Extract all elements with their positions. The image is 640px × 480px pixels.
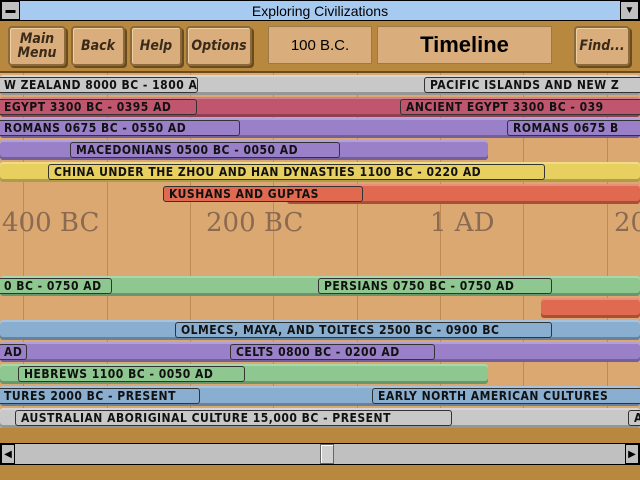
civilization-label[interactable]: ANCIENT EGYPT 3300 BC - 039 [400, 99, 640, 115]
system-menu-button[interactable]: ▬ [1, 1, 20, 20]
civilization-bar[interactable]: W ZEALAND 8000 BC - 1800 AD PACIFIC ISLAN… [0, 75, 640, 95]
civilization-bar[interactable]: ROMANS 0675 BC - 0550 AD ROMANS 0675 B [0, 118, 640, 138]
civilization-bar[interactable]: AD CELTS 0800 BC - 0200 AD [0, 342, 640, 362]
civilization-label[interactable]: CELTS 0800 BC - 0200 AD [230, 344, 435, 360]
civilization-label[interactable]: HEBREWS 1100 BC - 0050 AD [18, 366, 245, 382]
civilization-label[interactable]: TURES 2000 BC - PRESENT [0, 388, 200, 404]
back-button[interactable]: Back [71, 26, 125, 66]
axis-label: 200 BC [206, 208, 304, 238]
civilization-bar[interactable]: MACEDONIANS 0500 BC - 0050 AD [0, 140, 488, 160]
scroll-right-arrow-icon[interactable]: ▶ [625, 444, 639, 464]
find-button[interactable]: Find... [574, 26, 630, 66]
window-title: Exploring Civilizations [251, 2, 389, 19]
civilization-bar[interactable]: AUSTRALIAN ABORIGINAL CULTURE 15,000 BC … [0, 408, 640, 428]
civilization-label[interactable]: W ZEALAND 8000 BC - 1800 AD [0, 77, 198, 93]
civilization-bar[interactable]: KUSHANS AND GUPTAS [163, 184, 640, 204]
minimize-button[interactable]: ▼ [620, 1, 639, 20]
civilization-label[interactable]: A [628, 410, 640, 426]
civilization-label[interactable]: OLMECS, MAYA, AND TOLTECS 2500 BC - 0900… [175, 322, 552, 338]
civilization-bar[interactable]: 0 BC - 0750 AD PERSIANS 0750 BC - 0750 AD [0, 276, 640, 296]
civilization-bar[interactable]: OLMECS, MAYA, AND TOLTECS 2500 BC - 0900… [0, 320, 640, 340]
options-button[interactable]: Options [186, 26, 252, 66]
civilization-label[interactable]: EARLY NORTH AMERICAN CULTURES [372, 388, 640, 404]
civilization-bar[interactable]: CHINA UNDER THE ZHOU AND HAN DYNASTIES 1… [0, 162, 640, 182]
civilization-label[interactable]: ROMANS 0675 BC - 0550 AD [0, 120, 240, 136]
title-bar: ▬ Exploring Civilizations ▼ [0, 0, 640, 21]
civilization-label[interactable]: EGYPT 3300 BC - 0395 AD [0, 99, 197, 115]
axis-label: 1 AD [430, 208, 495, 238]
scroll-left-arrow-icon[interactable]: ◀ [1, 444, 15, 464]
civilization-bar[interactable] [541, 298, 640, 318]
axis-label: 400 BC [2, 208, 100, 238]
civilization-label[interactable]: PERSIANS 0750 BC - 0750 AD [318, 278, 552, 294]
civilization-label[interactable]: ROMANS 0675 B [507, 120, 640, 136]
civilization-label[interactable]: KUSHANS AND GUPTAS [163, 186, 363, 202]
help-button[interactable]: Help [130, 26, 182, 66]
civilization-bar[interactable]: TURES 2000 BC - PRESENT EARLY NORTH AMERI… [0, 386, 640, 406]
axis-label: 20 [614, 208, 640, 238]
section-title: Timeline [377, 26, 552, 64]
civilization-label[interactable]: AD [0, 344, 27, 360]
current-date: 100 B.C. [268, 26, 372, 64]
scroll-thumb[interactable] [320, 444, 334, 464]
horizontal-scrollbar[interactable]: ◀ ▶ [0, 443, 640, 465]
main-menu-button[interactable]: Main Menu [8, 26, 66, 66]
civilization-bar[interactable]: EGYPT 3300 BC - 0395 AD ANCIENT EGYPT 330… [0, 97, 640, 117]
civilization-label[interactable]: MACEDONIANS 0500 BC - 0050 AD [70, 142, 340, 158]
toolbar: Main Menu Back Help Options 100 B.C. Tim… [0, 21, 640, 73]
civilization-label[interactable]: 0 BC - 0750 AD [0, 278, 112, 294]
civilization-label[interactable]: CHINA UNDER THE ZHOU AND HAN DYNASTIES 1… [48, 164, 545, 180]
timeline-area[interactable]: 400 BC 200 BC 1 AD 20 W ZEALAND 8000 BC … [0, 73, 640, 428]
civilization-label[interactable]: PACIFIC ISLANDS AND NEW Z [424, 77, 640, 93]
civilization-bar[interactable]: HEBREWS 1100 BC - 0050 AD [0, 364, 488, 384]
civilization-label[interactable]: AUSTRALIAN ABORIGINAL CULTURE 15,000 BC … [15, 410, 452, 426]
